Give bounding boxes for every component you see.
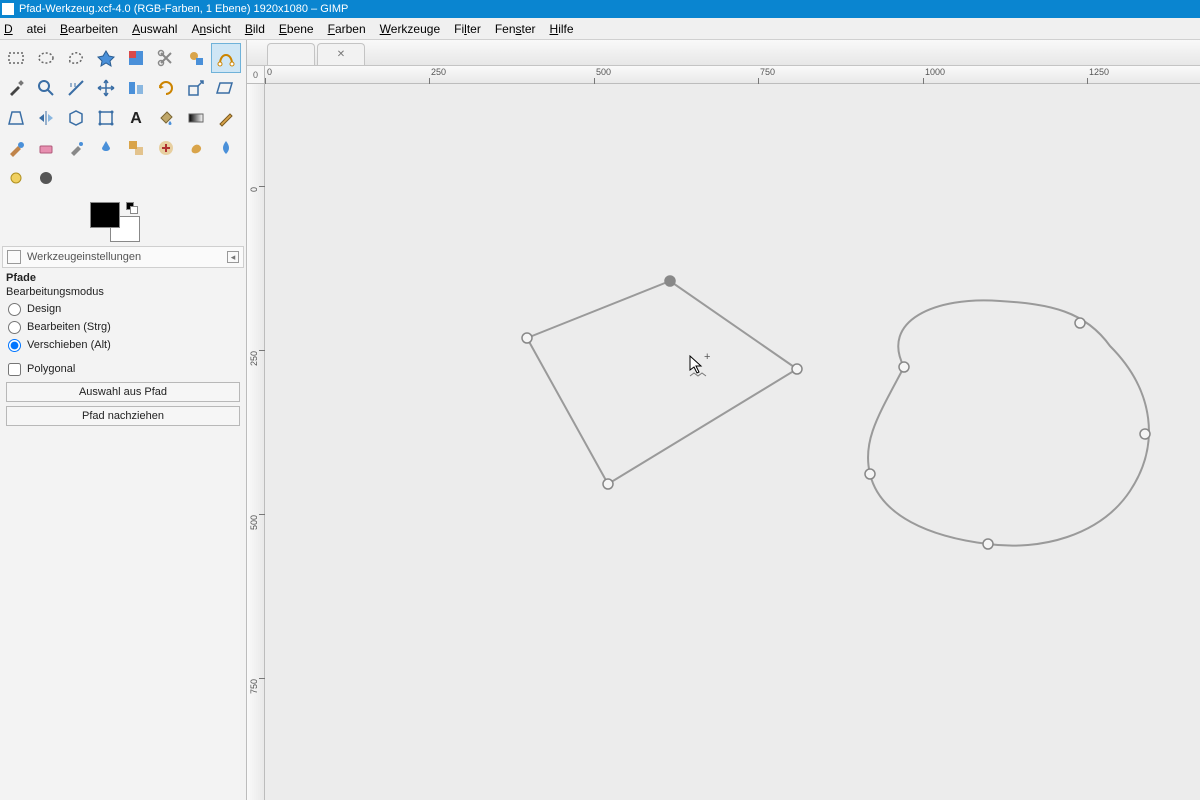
scale-tool[interactable] (181, 73, 211, 103)
rotate-tool[interactable] (151, 73, 181, 103)
path-node[interactable] (603, 479, 613, 489)
svg-text:+: + (704, 351, 710, 363)
path-node[interactable] (865, 469, 875, 479)
text-tool[interactable]: A (121, 103, 151, 133)
tool-options-panel: Pfade Bearbeitungsmodus Design Bearbeite… (0, 268, 246, 430)
app-icon (2, 3, 14, 15)
path-node[interactable] (792, 364, 802, 374)
tool-options-title: Werkzeugeinstellungen (27, 251, 141, 263)
free-select-tool[interactable] (61, 43, 91, 73)
toolbox: A (0, 40, 246, 196)
color-swatch[interactable] (90, 202, 140, 242)
mode-edit[interactable]: Bearbeiten (Strg) (6, 318, 240, 336)
mode-move[interactable]: Verschieben (Alt) (6, 336, 240, 354)
window-title: Pfad-Werkzeug.xcf-4.0 (RGB-Farben, 1 Ebe… (19, 3, 348, 15)
menu-datei[interactable]: Datei (4, 22, 46, 36)
ruler-corner[interactable]: 0 (247, 66, 265, 84)
tab-thumbnail[interactable] (267, 43, 315, 65)
menu-bearbeiten[interactable]: Bearbeiten (60, 22, 118, 36)
titlebar: Pfad-Werkzeug.xcf-4.0 (RGB-Farben, 1 Ebe… (0, 0, 1200, 18)
shear-tool[interactable] (211, 73, 241, 103)
ellipse-select-tool[interactable] (31, 43, 61, 73)
unified-transform-tool[interactable] (91, 103, 121, 133)
gradient-tool[interactable] (181, 103, 211, 133)
ruler-horizontal[interactable]: 025050075010001250 (265, 66, 1200, 84)
mode-design[interactable]: Design (6, 300, 240, 318)
tool-options-header[interactable]: Werkzeugeinstellungen ◂ (2, 246, 244, 268)
workarea: 0 025050075010001250 0250500750 + (247, 66, 1200, 800)
color-picker-tool[interactable] (1, 73, 31, 103)
tool-options-icon (7, 250, 21, 264)
path-node[interactable] (899, 362, 909, 372)
menu-fenster[interactable]: Fenster (495, 22, 536, 36)
move-tool[interactable] (91, 73, 121, 103)
mode-design-radio[interactable] (8, 303, 21, 316)
smudge-tool[interactable] (181, 133, 211, 163)
blur-tool[interactable] (211, 133, 241, 163)
menu-ansicht[interactable]: Ansicht (191, 22, 230, 36)
polygonal-option[interactable]: Polygonal (6, 360, 240, 378)
perspective-tool[interactable] (1, 103, 31, 133)
fuzzy-select-tool[interactable] (91, 43, 121, 73)
paths-tool[interactable] (211, 43, 241, 73)
polygonal-checkbox[interactable] (8, 363, 21, 376)
clone-tool[interactable] (121, 133, 151, 163)
scissors-tool[interactable] (151, 43, 181, 73)
foreground-select-tool[interactable] (181, 43, 211, 73)
menu-bild[interactable]: Bild (245, 22, 265, 36)
svg-text:A: A (130, 110, 142, 127)
default-colors-icon[interactable] (126, 202, 136, 212)
canvas-bg (265, 186, 1200, 800)
path-node[interactable] (983, 539, 993, 549)
bucket-fill-tool[interactable] (151, 103, 181, 133)
rect-select-tool[interactable] (1, 43, 31, 73)
path-node[interactable] (1075, 318, 1085, 328)
path-node[interactable] (1140, 429, 1150, 439)
flip-tool[interactable] (31, 103, 61, 133)
by-color-select-tool[interactable] (121, 43, 151, 73)
selection-from-path-button[interactable]: Auswahl aus Pfad (6, 382, 240, 402)
tool-options-section: Pfade (6, 272, 240, 284)
cage-tool[interactable] (61, 103, 91, 133)
mode-edit-radio[interactable] (8, 321, 21, 334)
pencil-tool[interactable] (211, 103, 241, 133)
menu-farben[interactable]: Farben (328, 22, 366, 36)
dodge-tool[interactable] (1, 163, 31, 193)
heal-tool[interactable] (151, 133, 181, 163)
menu-filter[interactable]: Filter (454, 22, 481, 36)
eraser-tool[interactable] (31, 133, 61, 163)
edit-mode-label: Bearbeitungsmodus (6, 286, 240, 298)
zoom-tool[interactable] (31, 73, 61, 103)
fg-color[interactable] (90, 202, 120, 228)
align-tool[interactable] (121, 73, 151, 103)
dock-menu-icon[interactable]: ◂ (227, 251, 239, 263)
stroke-path-button[interactable]: Pfad nachziehen (6, 406, 240, 426)
menu-ebene[interactable]: Ebene (279, 22, 314, 36)
canvas[interactable]: + (265, 84, 1200, 800)
airbrush-tool[interactable] (61, 133, 91, 163)
ink-tool[interactable] (91, 133, 121, 163)
image-area: 0 025050075010001250 0250500750 + (247, 40, 1200, 800)
mode-move-radio[interactable] (8, 339, 21, 352)
menu-hilfe[interactable]: Hilfe (550, 22, 574, 36)
left-panel: A Werkzeugeinstellungen ◂ Pfade Bearbeit… (0, 40, 247, 800)
path-node[interactable] (665, 276, 675, 286)
measure-tool[interactable] (61, 73, 91, 103)
tab-close[interactable] (317, 43, 365, 65)
menubar: Datei Bearbeiten Auswahl Ansicht Bild Eb… (0, 18, 1200, 40)
ruler-vertical[interactable]: 0250500750 (247, 84, 265, 800)
tab-strip (247, 40, 1200, 66)
mypaint-tool[interactable] (31, 163, 61, 193)
paintbrush-tool[interactable] (1, 133, 31, 163)
path-node[interactable] (522, 333, 532, 343)
menu-werkzeuge[interactable]: Werkzeuge (380, 22, 440, 36)
menu-auswahl[interactable]: Auswahl (132, 22, 177, 36)
